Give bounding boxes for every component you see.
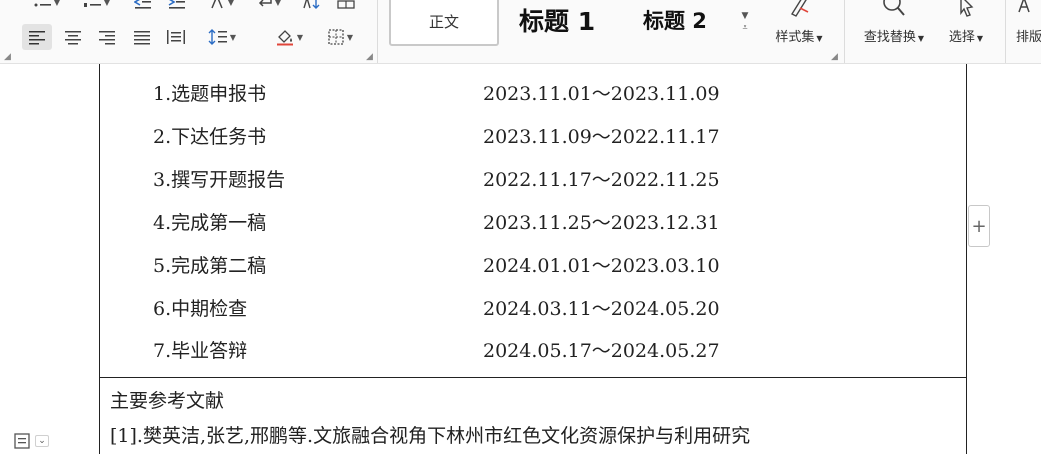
shading-button[interactable]: ▼ — [268, 24, 310, 50]
typeset-label: 排版 — [1016, 30, 1041, 45]
schedule-task: 5.完成第二稿 — [153, 255, 267, 277]
divider — [1005, 0, 1006, 63]
divider — [844, 0, 845, 63]
distributed-align-button[interactable] — [161, 24, 191, 50]
chevron-down-icon: ⌄ — [35, 435, 49, 447]
style-set-label: 样式集 — [775, 30, 815, 45]
chevron-down-icon: ▼ — [917, 34, 925, 43]
align-center-button[interactable] — [58, 24, 88, 50]
chinese-layout-button[interactable]: ▼ — [204, 0, 240, 12]
schedule-task: 2.下达任务书 — [153, 126, 267, 148]
cursor-arrow-icon — [960, 0, 974, 17]
find-replace-button[interactable]: 查找替换 ▼ — [856, 0, 932, 60]
styles-gallery: 正文 标题 1 标题 2 ▼ ⩡ — [381, 0, 755, 60]
style-heading-1[interactable]: 标题 1 — [519, 2, 595, 38]
schedule-dates: 2023.11.25～2023.12.31 — [483, 212, 720, 234]
navigation-pane-button[interactable]: ⌄ — [8, 429, 54, 453]
schedule-dates: 2023.11.01～2023.11.09 — [483, 83, 720, 105]
chevron-down-icon: ▼ — [53, 0, 61, 7]
chevron-down-icon: ▼ — [296, 32, 304, 42]
font-group-launcher-icon[interactable]: ◢ — [4, 52, 11, 62]
find-replace-label: 查找替换 — [863, 30, 916, 45]
sort-button[interactable] — [300, 0, 324, 12]
reference-item[interactable]: [1].樊英洁,张艺,邢鹏等.文旅融合视角下林州市红色文化资源保护与利用研究 — [110, 421, 750, 448]
schedule-task: 4.完成第一稿 — [153, 212, 267, 234]
references-heading[interactable]: 主要参考文献 — [110, 386, 224, 413]
chevron-down-icon: ▼ — [229, 32, 237, 42]
outdent-button[interactable] — [130, 0, 156, 12]
divider — [377, 0, 378, 63]
chevron-down-icon[interactable]: ▼ — [739, 10, 751, 22]
table-tools-button[interactable] — [334, 0, 358, 12]
chevron-down-icon: ▼ — [103, 0, 111, 7]
borders-icon — [328, 29, 344, 45]
numbering-button[interactable]: ▼ — [78, 0, 116, 12]
schedule-task: 7.毕业答辩 — [153, 340, 248, 362]
indent-icon — [168, 0, 185, 9]
ribbon: ▼ ▼ ▼ ▼ ▼ ▼ ▼ ◢ ◢ 正文 标题 1 标题 2 ▼ ⩡ 样式集 ▼… — [0, 0, 1041, 64]
align-right-icon — [99, 31, 115, 45]
schedule-task: 6.中期检查 — [153, 298, 248, 320]
outline-icon — [14, 433, 30, 449]
align-left-button[interactable] — [22, 24, 52, 50]
schedule-dates: 2024.03.11～2024.05.20 — [483, 298, 720, 320]
indent-button[interactable] — [164, 0, 190, 12]
schedule-dates: 2024.01.01～2023.03.10 — [483, 255, 720, 277]
align-center-icon — [65, 31, 81, 45]
line-spacing-button[interactable]: ▼ — [202, 24, 242, 50]
text-direction-icon — [211, 0, 223, 9]
align-right-button[interactable] — [92, 24, 122, 50]
justify-button[interactable] — [127, 24, 157, 50]
brush-icon — [790, 0, 809, 17]
document-canvas[interactable]: 1.选题申报书 2023.11.01～2023.11.09 2.下达任务书 20… — [0, 64, 1041, 454]
style-normal[interactable]: 正文 — [389, 0, 499, 46]
schedule-dates: 2024.05.17～2024.05.27 — [483, 340, 720, 362]
typeset-icon — [1018, 0, 1030, 13]
expand-gallery-icon[interactable]: ⩡ — [739, 22, 751, 34]
select-button[interactable]: 选择 ▼ — [940, 0, 992, 60]
paragraph-mark-button[interactable]: ▼ — [252, 0, 286, 12]
style-set-button[interactable]: 样式集 ▼ — [764, 0, 834, 60]
chevron-down-icon: ▼ — [274, 0, 282, 7]
select-label: 选择 — [948, 30, 975, 45]
styles-scroll[interactable]: ▼ ⩡ — [739, 10, 751, 34]
bullets-icon — [34, 3, 51, 7]
add-column-button[interactable]: + — [968, 205, 990, 247]
align-left-icon — [29, 31, 45, 45]
schedule-task: 1.选题申报书 — [153, 83, 267, 105]
chevron-down-icon: ▼ — [227, 0, 235, 7]
borders-button[interactable]: ▼ — [320, 24, 360, 50]
numbering-icon — [83, 3, 101, 7]
plus-icon: + — [971, 215, 987, 237]
sort-icon — [303, 0, 320, 9]
schedule-dates: 2022.11.17～2022.11.25 — [483, 169, 720, 191]
schedule-dates: 2023.11.09～2022.11.17 — [483, 126, 720, 148]
bullets-button[interactable]: ▼ — [28, 0, 66, 12]
distributed-icon — [167, 30, 185, 44]
shading-icon — [276, 30, 293, 46]
chevron-down-icon: ▼ — [816, 34, 823, 43]
styles-group-launcher-icon[interactable]: ◢ — [831, 52, 838, 62]
table-cell-border — [99, 377, 967, 378]
table-grid-icon — [337, 0, 355, 9]
return-arrow-icon — [258, 0, 272, 7]
line-spacing-icon — [208, 29, 227, 45]
outdent-icon — [134, 0, 151, 9]
chevron-down-icon: ▼ — [346, 32, 354, 42]
paragraph-group-launcher-icon[interactable]: ◢ — [366, 52, 373, 62]
magnifier-icon — [883, 0, 905, 16]
chevron-down-icon: ▼ — [976, 34, 984, 43]
typeset-button[interactable]: 排版 — [1016, 0, 1041, 60]
justify-icon — [134, 31, 150, 45]
style-heading-2[interactable]: 标题 2 — [643, 5, 707, 35]
schedule-task: 3.撰写开题报告 — [153, 169, 286, 191]
